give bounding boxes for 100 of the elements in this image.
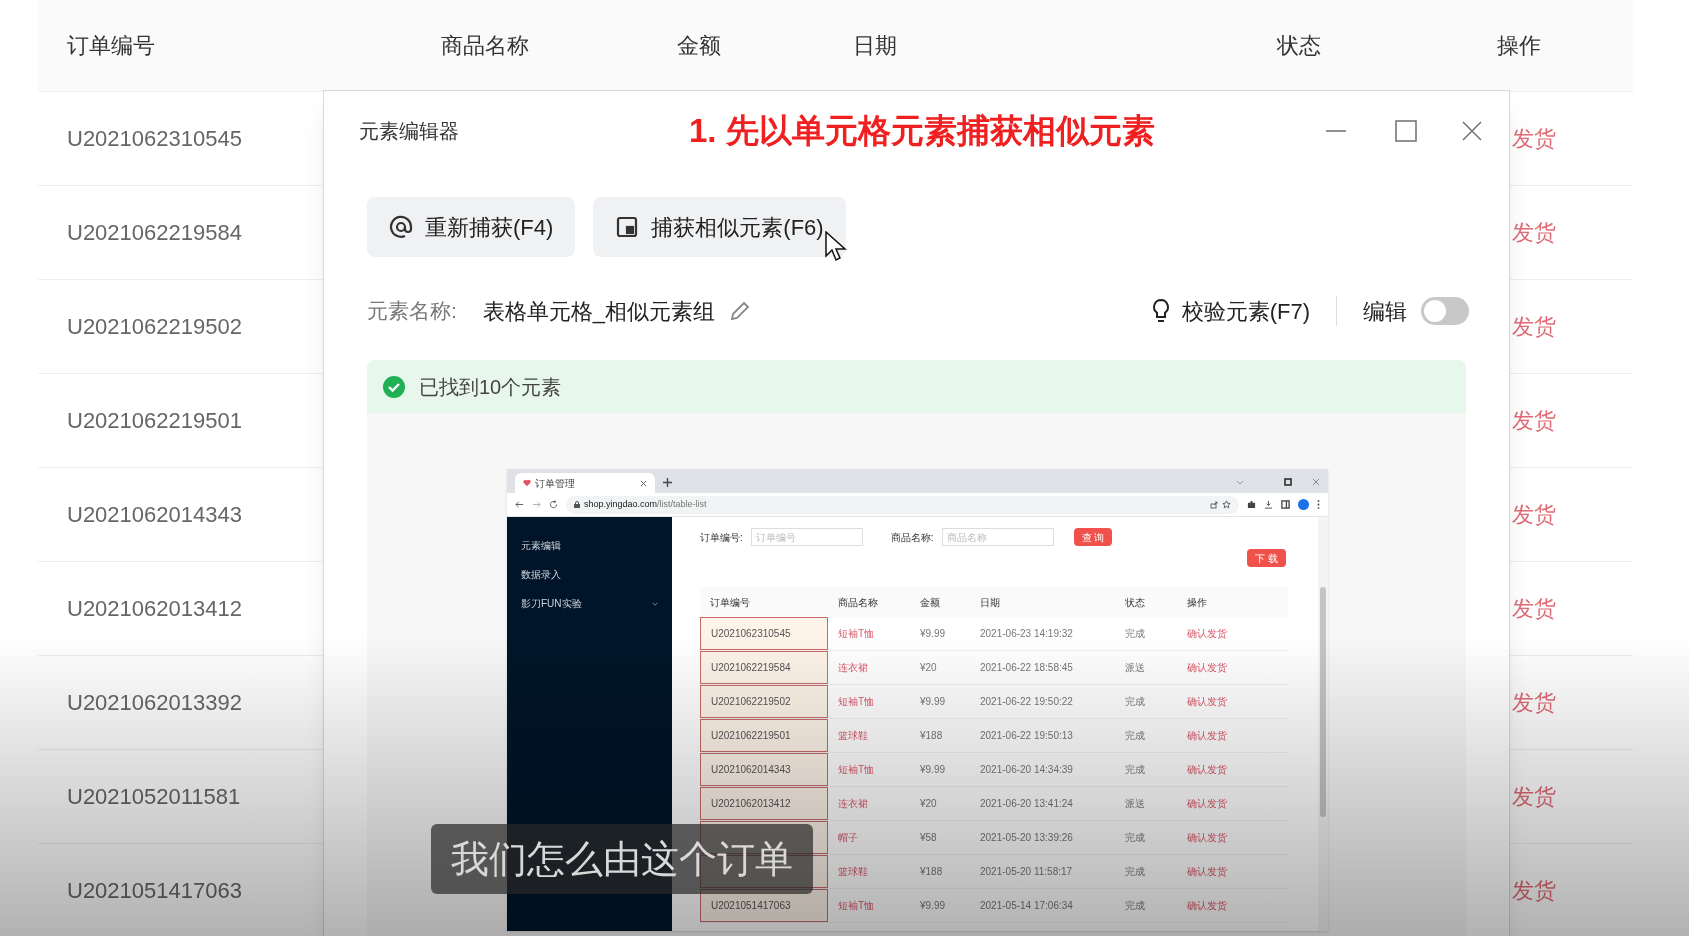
status-cell-text: 完成	[1124, 729, 1146, 743]
confirm-link[interactable]: 确认发货	[1177, 821, 1288, 854]
edit-toggle[interactable]	[1421, 297, 1469, 325]
heart-icon	[523, 479, 531, 487]
query-button[interactable]: 查 询	[1073, 528, 1113, 546]
edit-label: 编辑	[1363, 297, 1407, 326]
download-icon[interactable]	[1264, 500, 1273, 509]
chevron-down-icon	[652, 601, 658, 606]
status-cell-text: 完成	[1124, 899, 1146, 913]
date-cell-text: 2021-06-20 14:34:39	[979, 763, 1074, 777]
action-link[interactable]: 发货	[1512, 498, 1556, 531]
profile-icon[interactable]	[1298, 499, 1309, 510]
order-id-cell: U2021062219584	[67, 220, 242, 245]
cursor-icon	[825, 231, 847, 263]
sidebar-item[interactable]: 元素编辑	[507, 531, 672, 560]
browser-tab[interactable]: 订单管理	[515, 473, 655, 493]
column-header: 状态	[1277, 33, 1321, 58]
amount-cell-text: ¥188	[919, 865, 944, 879]
date-cell-text: 2021-06-22 18:58:45	[979, 661, 1074, 675]
action-link[interactable]: 发货	[1512, 216, 1556, 249]
column-header: 日期	[979, 595, 1001, 610]
order-id-cell: U2021062219501	[700, 719, 828, 752]
column-header: 操作	[1497, 33, 1541, 58]
product-cell-text: 连衣裙	[837, 661, 869, 675]
action-link[interactable]: 发货	[1512, 686, 1556, 719]
confirm-link[interactable]: 确认发货	[1177, 685, 1288, 718]
amount-cell-text: ¥58	[919, 831, 938, 845]
column-header: 日期	[853, 33, 897, 58]
amount-cell-text: ¥188	[919, 729, 944, 743]
action-link[interactable]: 发货	[1512, 592, 1556, 625]
status-cell-text: 完成	[1124, 763, 1146, 777]
status-cell-text: 完成	[1124, 627, 1146, 641]
filter-label: 订单编号:	[700, 530, 743, 545]
amount-cell-text: ¥9.99	[919, 763, 947, 777]
check-circle-icon	[383, 375, 405, 398]
action-link[interactable]: 发货	[1512, 874, 1556, 907]
window-capture-icon	[615, 215, 640, 239]
date-cell-text: 2021-05-14 17:06:34	[979, 899, 1074, 913]
close-icon[interactable]	[1312, 478, 1320, 486]
action-link[interactable]: 发货	[1512, 122, 1556, 155]
confirm-link[interactable]: 确认发货	[1177, 617, 1288, 650]
confirm-link[interactable]: 确认发货	[1177, 889, 1288, 922]
order-id-cell: U2021062013412	[67, 596, 242, 621]
verify-button[interactable]: 校验元素(F7)	[1149, 294, 1310, 328]
puzzle-icon[interactable]	[1247, 500, 1256, 509]
column-header: 操作	[1186, 595, 1208, 610]
back-icon[interactable]	[515, 500, 524, 509]
confirm-link[interactable]: 确认发货	[1177, 753, 1288, 786]
download-button[interactable]: 下 载	[1247, 549, 1286, 567]
action-link[interactable]: 发货	[1512, 780, 1556, 813]
field-label: 元素名称:	[367, 298, 457, 325]
action-link[interactable]: 发货	[1512, 310, 1556, 343]
order-id-cell: U2021062219501	[67, 408, 242, 433]
close-icon[interactable]	[1461, 120, 1483, 142]
column-header: 订单编号	[709, 595, 751, 610]
sidebar-icon[interactable]	[1281, 500, 1290, 509]
order-id-cell: U2021062014343	[700, 753, 828, 786]
order-id-cell: U2021062014343	[67, 502, 242, 527]
share-icon[interactable]	[1210, 500, 1218, 509]
reload-icon[interactable]	[549, 500, 558, 509]
capture-button[interactable]: 重新捕获(F4)	[367, 197, 576, 257]
order-id-cell: U2021062013412	[700, 787, 828, 820]
action-link[interactable]: 发货	[1512, 404, 1556, 437]
order-id-cell: U2021062219584	[700, 651, 828, 684]
date-cell-text: 2021-05-20 13:39:26	[979, 831, 1074, 845]
address-bar[interactable]: shop.yingdao.com/list/table-list	[566, 495, 1239, 514]
product-cell-text: 短袖T恤	[837, 695, 876, 709]
order-id-cell: U2021052011581	[67, 784, 241, 809]
column-header: 状态	[1124, 595, 1146, 610]
order-id-cell: U2021062310545	[67, 126, 242, 151]
restore-icon[interactable]	[1284, 478, 1292, 486]
confirm-link[interactable]: 确认发货	[1177, 651, 1288, 684]
status-cell-text: 完成	[1124, 865, 1146, 879]
sidebar-item[interactable]: 数据录入	[507, 560, 672, 589]
confirm-link[interactable]: 确认发货	[1177, 787, 1288, 820]
product-cell-text: 篮球鞋	[837, 729, 869, 743]
column-header: 金额	[677, 33, 721, 58]
date-cell-text: 2021-06-22 19:50:13	[979, 729, 1074, 743]
confirm-link[interactable]: 确认发货	[1177, 719, 1288, 752]
confirm-link[interactable]: 确认发货	[1177, 855, 1288, 888]
new-tab-icon[interactable]	[663, 478, 672, 487]
pencil-icon[interactable]	[729, 300, 752, 322]
product-cell-text: 短袖T恤	[837, 899, 876, 913]
product-cell-text: 连衣裙	[837, 797, 869, 811]
amount-cell-text: ¥20	[919, 661, 938, 675]
lock-icon	[574, 501, 580, 508]
column-header: 订单编号	[67, 33, 155, 58]
element-name-value: 表格单元格_相似元素组	[482, 297, 716, 326]
product-cell-text: 短袖T恤	[837, 627, 876, 641]
date-cell-text: 2021-06-22 19:50:22	[979, 695, 1074, 709]
date-cell-text: 2021-06-23 14:19:32	[979, 627, 1074, 641]
order-id-cell: U2021051417063	[67, 878, 242, 903]
amount-cell-text: ¥9.99	[919, 899, 947, 913]
star-icon[interactable]	[1222, 500, 1231, 509]
maximize-icon[interactable]	[1395, 120, 1417, 142]
sidebar-item[interactable]: 影刀FUN实验	[507, 589, 672, 618]
capture-button[interactable]: 捕获相似元素(F6)	[593, 197, 846, 257]
more-icon[interactable]	[1317, 500, 1320, 509]
dialog-title: 元素编辑器	[359, 119, 460, 144]
close-icon[interactable]	[640, 479, 647, 487]
